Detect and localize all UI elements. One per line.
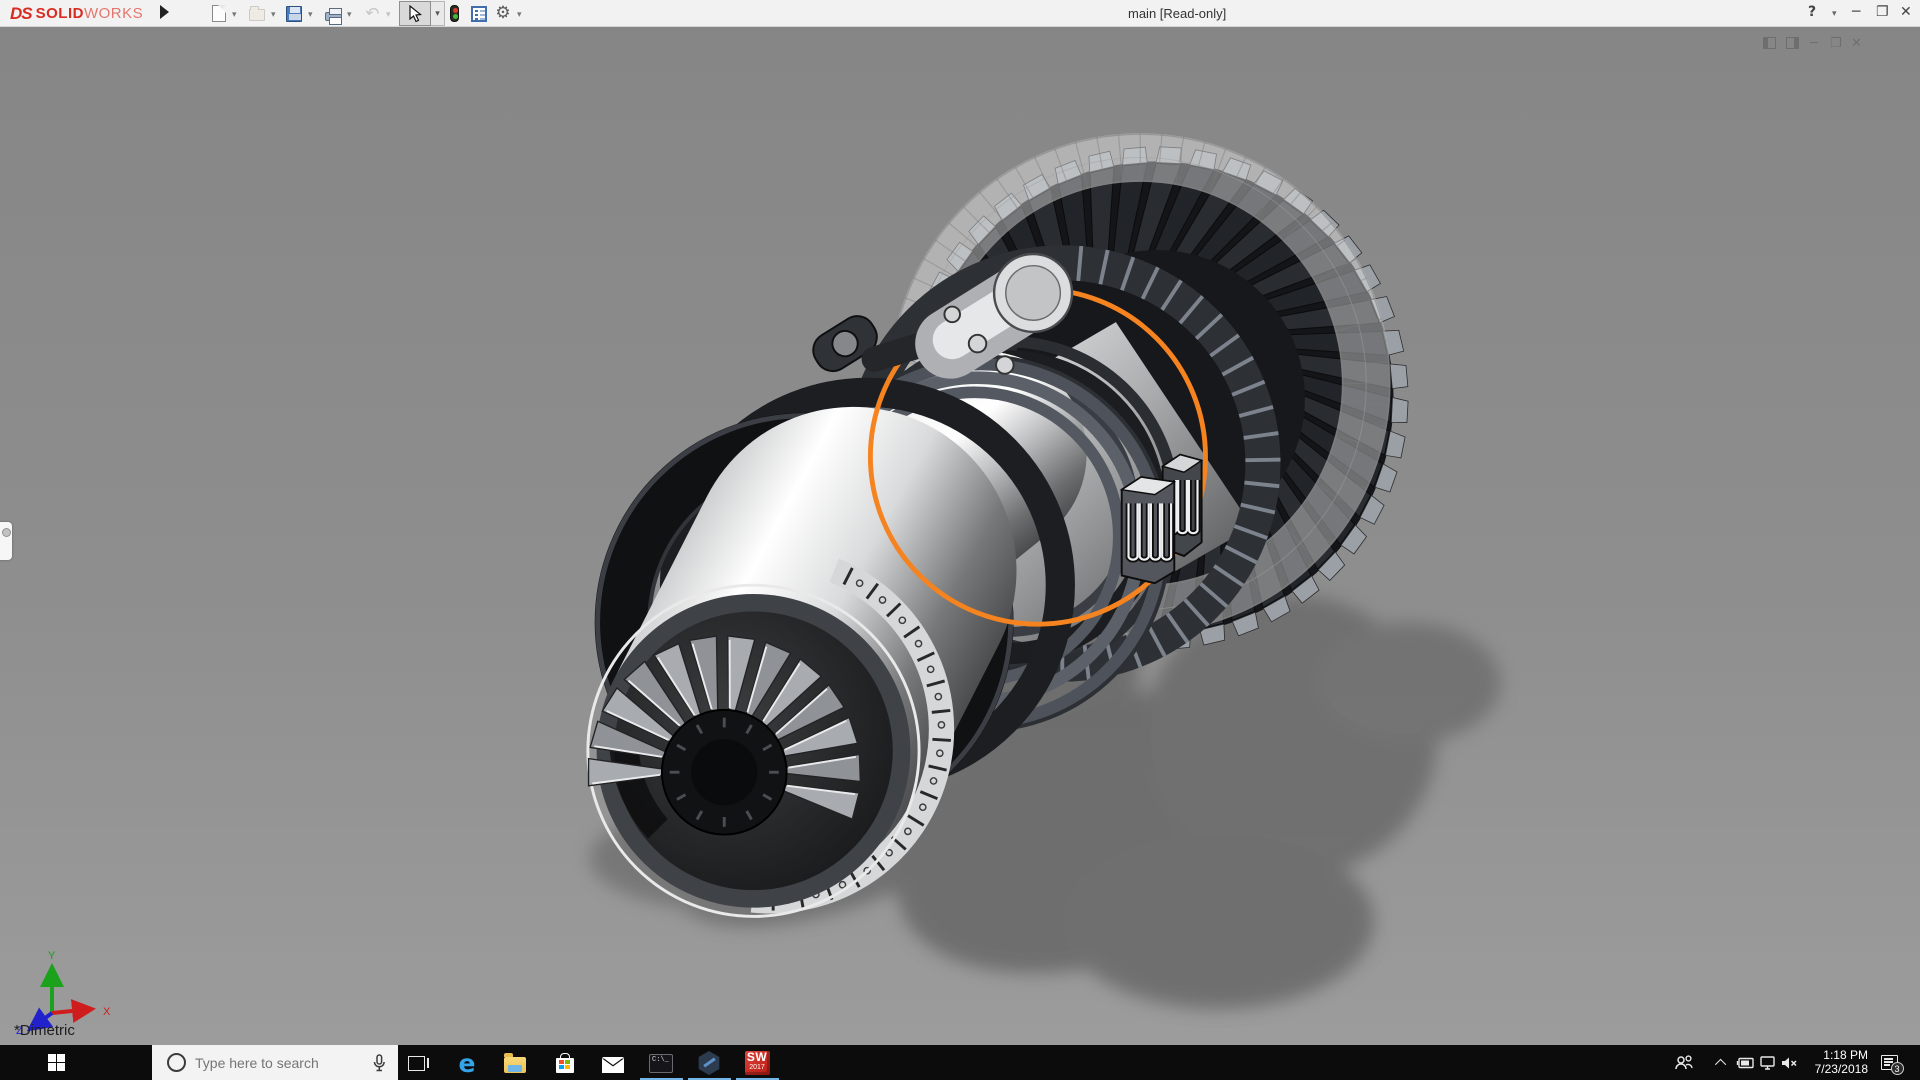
save-floppy-icon: [286, 6, 302, 22]
network-button[interactable]: [1757, 1045, 1779, 1080]
notification-badge: 3: [1891, 1062, 1904, 1075]
action-center-icon: 3: [1881, 1055, 1898, 1070]
people-button[interactable]: [1672, 1045, 1696, 1080]
doc-close-icon[interactable]: ✕: [1851, 36, 1862, 51]
logo-text-works: WORKS: [84, 5, 143, 22]
volume-mute-icon: [1781, 1056, 1798, 1070]
help-dropdown-icon[interactable]: ▾: [1832, 8, 1837, 19]
solidworks-2017-icon: SW 2017: [745, 1051, 770, 1075]
battery-button[interactable]: [1734, 1045, 1756, 1080]
new-document-icon: [212, 5, 226, 22]
people-icon: [1675, 1055, 1693, 1071]
print-button[interactable]: [322, 3, 344, 24]
task-view-button[interactable]: [403, 1050, 429, 1076]
graphics-viewport[interactable]: ─ ❐ ✕ Y X Z *Dimetric: [0, 27, 1920, 1045]
display-pane-button[interactable]: [468, 3, 490, 24]
triad-x-label: X: [103, 1006, 111, 1018]
options-dropdown-icon[interactable]: ▾: [517, 9, 522, 20]
store-icon: [556, 1058, 574, 1073]
new-dropdown-icon[interactable]: ▾: [232, 9, 237, 20]
show-left-pane-icon[interactable]: [1763, 37, 1776, 49]
network-icon: [1760, 1056, 1777, 1070]
options-button[interactable]: ⚙: [492, 3, 514, 24]
command-prompt-button[interactable]: C:\_: [648, 1050, 674, 1076]
hexagon-app-button[interactable]: [696, 1050, 722, 1076]
edge-button[interactable]: e: [454, 1050, 480, 1076]
taskbar-search[interactable]: [152, 1045, 398, 1080]
clock-time: 1:18 PM: [1798, 1048, 1868, 1062]
triad-y-label: Y: [48, 950, 56, 962]
select-cursor-icon: [408, 5, 423, 23]
minimize-button[interactable]: ─: [1852, 4, 1860, 20]
display-pane-icon: [471, 6, 487, 22]
view-orientation-label: *Dimetric: [14, 1022, 75, 1039]
gear-icon: ⚙: [495, 5, 510, 22]
windows-taskbar: e C:\_ SW 2017: [0, 1045, 1920, 1080]
chevron-up-icon: [1715, 1058, 1726, 1069]
open-folder-icon: [249, 9, 265, 21]
new-document-button[interactable]: [208, 3, 230, 24]
clock-date: 7/23/2018: [1798, 1062, 1868, 1076]
feature-tree-collapsed-tab[interactable]: [0, 522, 12, 560]
file-explorer-button[interactable]: [502, 1050, 528, 1076]
search-input[interactable]: [195, 1055, 345, 1071]
task-view-icon: [408, 1056, 425, 1071]
hidden-icons-button[interactable]: [1712, 1045, 1732, 1080]
doc-minimize-icon[interactable]: ─: [1810, 36, 1818, 51]
doc-restore-icon[interactable]: ❐: [1830, 36, 1842, 51]
windows-logo-icon: [48, 1054, 65, 1071]
command-prompt-icon: C:\_: [649, 1054, 673, 1073]
file-explorer-icon: [504, 1057, 526, 1073]
ds-logo-mark: DS: [10, 4, 32, 24]
print-icon: [325, 12, 342, 21]
undo-dropdown-icon[interactable]: ▾: [386, 9, 391, 20]
microphone-icon[interactable]: [372, 1054, 386, 1072]
title-bar: DS SOLIDWORKS ▾ ▾ ▾ ▾ ↷ ▾ ▾ ⚙ ▾ main [Re…: [0, 0, 1920, 27]
undo-button[interactable]: ↷: [361, 3, 383, 24]
print-dropdown-icon[interactable]: ▾: [347, 9, 352, 20]
close-button[interactable]: ✕: [1900, 4, 1912, 20]
menu-flyout-arrow-icon[interactable]: [160, 5, 169, 19]
cortana-icon: [167, 1053, 186, 1072]
undo-icon: ↷: [363, 2, 381, 24]
open-dropdown-icon[interactable]: ▾: [271, 9, 276, 20]
volume-button[interactable]: [1778, 1045, 1800, 1080]
solidworks-taskbar-button[interactable]: SW 2017: [744, 1050, 770, 1076]
document-title: main [Read-only]: [1128, 6, 1226, 21]
mail-button[interactable]: [600, 1050, 626, 1076]
open-document-button[interactable]: [246, 3, 268, 24]
start-button[interactable]: [0, 1045, 118, 1080]
help-button[interactable]: ?: [1808, 4, 1816, 20]
select-tool-button[interactable]: [399, 1, 431, 26]
show-right-pane-icon[interactable]: [1786, 37, 1799, 49]
hexagon-app-icon: [698, 1051, 721, 1075]
jet-engine-model[interactable]: [0, 27, 1920, 1045]
solidworks-logo: DS SOLIDWORKS: [10, 3, 143, 24]
stoplight-icon: [450, 5, 459, 22]
action-center-button[interactable]: 3: [1876, 1045, 1902, 1080]
mail-icon: [602, 1058, 624, 1073]
logo-text-solid: SOLID: [36, 5, 84, 22]
store-button[interactable]: [552, 1050, 578, 1076]
clock[interactable]: 1:18 PM 7/23/2018: [1798, 1048, 1868, 1076]
save-dropdown-icon[interactable]: ▾: [308, 9, 313, 20]
restore-button[interactable]: ❐: [1876, 4, 1889, 20]
stoplight-button[interactable]: [443, 3, 465, 24]
edge-icon: e: [459, 1051, 476, 1076]
battery-icon: [1736, 1057, 1755, 1069]
save-button[interactable]: [283, 3, 305, 24]
